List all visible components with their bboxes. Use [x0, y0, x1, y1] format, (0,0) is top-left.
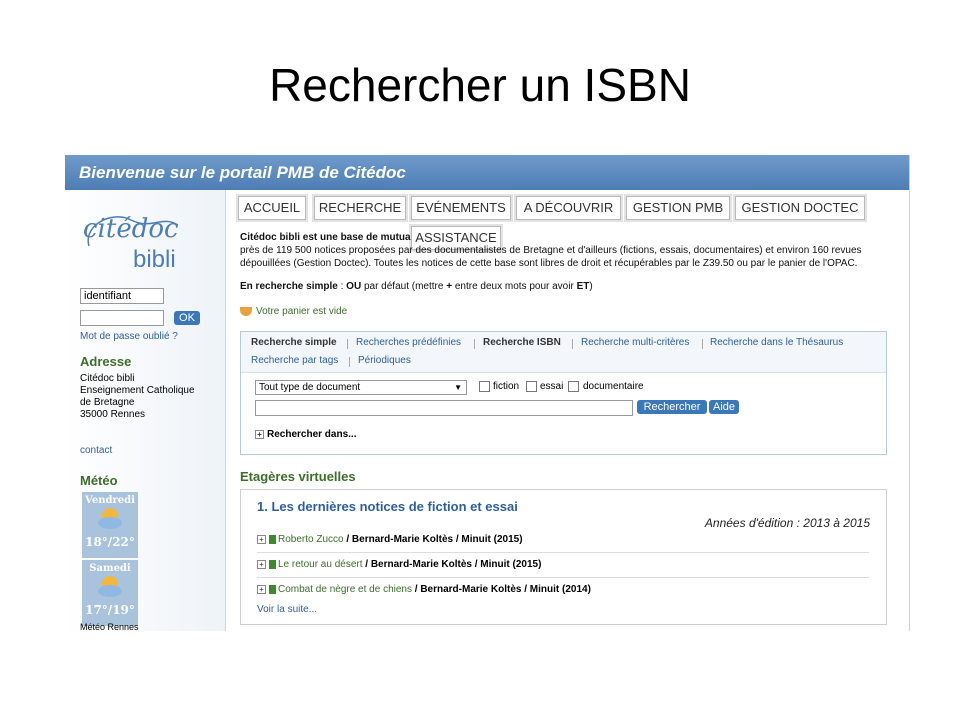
hint-text: entre deux mots pour avoir	[452, 281, 577, 292]
slide-title: Rechercher un ISBN	[269, 59, 691, 111]
tab-periodiques[interactable]: Périodiques	[358, 355, 411, 366]
forecast-temp: 17°/19°	[85, 603, 135, 617]
login-ok-button[interactable]: OK	[174, 311, 200, 325]
essai-checkbox[interactable]	[526, 381, 537, 392]
notice-title[interactable]: Le retour au désert	[278, 559, 363, 570]
forecast-day: Samedi	[89, 563, 131, 574]
notice-row[interactable]: + Le retour au désert / Bernard-Marie Kol…	[257, 559, 869, 578]
tab-separator	[474, 339, 475, 349]
hint-text: )	[589, 281, 593, 292]
notice-details: / Bernard-Marie Koltès / Minuit (2015)	[343, 534, 523, 545]
expand-plus-icon[interactable]: +	[257, 559, 266, 569]
sun-cloud-icon	[98, 508, 122, 529]
see-more-link[interactable]: Voir la suite...	[257, 604, 317, 615]
select-value: Tout type de document	[259, 382, 361, 393]
tab-separator	[702, 339, 703, 349]
fiction-label: fiction	[493, 381, 520, 392]
book-icon	[269, 559, 276, 569]
expand-plus-icon[interactable]: +	[257, 584, 266, 594]
help-button[interactable]: Aide	[709, 400, 739, 414]
sun-cloud-icon	[98, 576, 122, 597]
tab-evenements[interactable]: EVÉNEMENTS	[411, 196, 511, 220]
tab-separator	[347, 339, 348, 349]
basket-icon	[240, 306, 252, 316]
documentaire-checkbox[interactable]	[568, 381, 579, 392]
hint-text: par défaut (mettre	[361, 281, 447, 292]
notice-details: / Bernard-Marie Koltès / Minuit (2015)	[362, 559, 542, 570]
publication-years: Années d'édition : 2013 à 2015	[704, 516, 870, 530]
address-block: Citédoc bibli Enseignement Catholique de…	[80, 373, 195, 421]
search-in-label: Rechercher dans...	[267, 429, 357, 440]
forecast-temp: 18°/22°	[85, 535, 135, 549]
notice-row[interactable]: + Combat de nègre et de chiens / Bernard-…	[257, 584, 869, 602]
intro-line: près de 119 500 notices proposées par de…	[240, 245, 862, 256]
hint-strong: OU	[346, 281, 362, 292]
hint-text: :	[337, 281, 347, 292]
logo-script-text: citédoc	[83, 214, 179, 244]
portal-banner: Bienvenue sur le portail PMB de Citédoc	[65, 155, 909, 190]
shelves-heading: Etagères virtuelles	[240, 469, 356, 484]
tab-accueil[interactable]: ACCUEIL	[238, 196, 306, 220]
tab-recherche-par-tags[interactable]: Recherche par tags	[251, 355, 338, 366]
intro-line: dépouillées (Gestion Doctec). Toutes les…	[240, 258, 858, 269]
notice-title[interactable]: Roberto Zucco	[278, 534, 344, 545]
document-type-select[interactable]: Tout type de document ▼	[255, 380, 467, 395]
notice-title[interactable]: Combat de nègre et de chiens	[278, 584, 412, 595]
book-icon	[269, 534, 276, 544]
password-field[interactable]	[80, 310, 164, 326]
tab-recherche[interactable]: RECHERCHE	[314, 196, 406, 220]
search-input[interactable]	[255, 400, 633, 416]
address-line: 35000 Rennes	[80, 409, 146, 420]
address-line: Enseignement Catholique	[80, 385, 195, 396]
notice-details: / Bernard-Marie Koltès / Minuit (2014)	[411, 584, 591, 595]
tab-recherche-isbn[interactable]: Recherche ISBN	[483, 337, 561, 348]
expand-plus-icon: +	[255, 429, 264, 439]
address-line: de Bretagne	[80, 397, 135, 408]
logo-name-text: bibli	[133, 246, 176, 273]
fiction-checkbox[interactable]	[479, 381, 490, 392]
cart-label: Votre panier est vide	[256, 306, 348, 317]
notice-row[interactable]: + Roberto Zucco / Bernard-Marie Koltès / …	[257, 534, 869, 553]
tab-gestion-doctec[interactable]: GESTION DOCTEC	[735, 196, 865, 220]
tab-a-decouvrir[interactable]: A DÉCOUVRIR	[516, 196, 621, 220]
cart-status[interactable]: Votre panier est vide	[240, 306, 347, 317]
book-icon	[269, 584, 276, 594]
hint-strong: En recherche simple	[240, 281, 338, 292]
forecast-card: Samedi 17°/19°	[82, 560, 138, 626]
forecast-card: Vendredi 18°/22°	[82, 492, 138, 558]
tab-separator	[349, 357, 350, 367]
sidebar: citédoc bibli identifiant OK Mot de pass…	[65, 190, 226, 631]
search-tabs: Recherche simple Recherches prédéfinies …	[241, 332, 886, 373]
tab-recherche-thesaurus[interactable]: Recherche dans le Thésaurus	[710, 337, 843, 348]
essai-label: essai	[540, 381, 564, 392]
tab-gestion-pmb[interactable]: GESTION PMB	[626, 196, 730, 220]
search-panel: Recherche simple Recherches prédéfinies …	[240, 331, 887, 455]
search-hint: En recherche simple : OU par défaut (met…	[240, 280, 890, 293]
meteo-heading: Météo	[80, 473, 118, 488]
login-field[interactable]: identifiant	[80, 288, 164, 304]
intro-bold: Citédoc bibli est une base de mutua	[240, 232, 411, 243]
contact-link[interactable]: contact	[80, 445, 112, 456]
tab-separator	[572, 339, 573, 349]
expand-plus-icon[interactable]: +	[257, 534, 266, 544]
tab-recherche-simple[interactable]: Recherche simple	[251, 337, 337, 348]
forgot-password-link[interactable]: Mot de passe oublié ?	[80, 331, 178, 342]
tab-recherches-predefinies[interactable]: Recherches prédéfinies	[356, 337, 461, 348]
shelf-title[interactable]: 1. Les dernières notices de fiction et e…	[257, 499, 518, 514]
search-in-toggle[interactable]: + Rechercher dans...	[255, 429, 356, 440]
hint-strong: ET	[576, 281, 590, 292]
search-button[interactable]: Rechercher	[637, 400, 707, 414]
address-line: Citédoc bibli	[80, 373, 135, 384]
documentaire-label: documentaire	[583, 381, 644, 392]
portal-screenshot: Bienvenue sur le portail PMB de Citédoc …	[65, 155, 910, 631]
meteo-city-label: Météo Rennes	[80, 622, 139, 631]
tab-recherche-multi-criteres[interactable]: Recherche multi-critères	[581, 337, 689, 348]
dropdown-arrow-icon: ▼	[454, 383, 462, 392]
shelf-panel: 1. Les dernières notices de fiction et e…	[240, 489, 887, 625]
intro-text: Citédoc bibli est une base de mutua près…	[240, 231, 890, 293]
address-heading: Adresse	[80, 354, 132, 369]
citedoc-logo: citédoc bibli	[81, 206, 181, 276]
forecast-day: Vendredi	[85, 495, 135, 506]
